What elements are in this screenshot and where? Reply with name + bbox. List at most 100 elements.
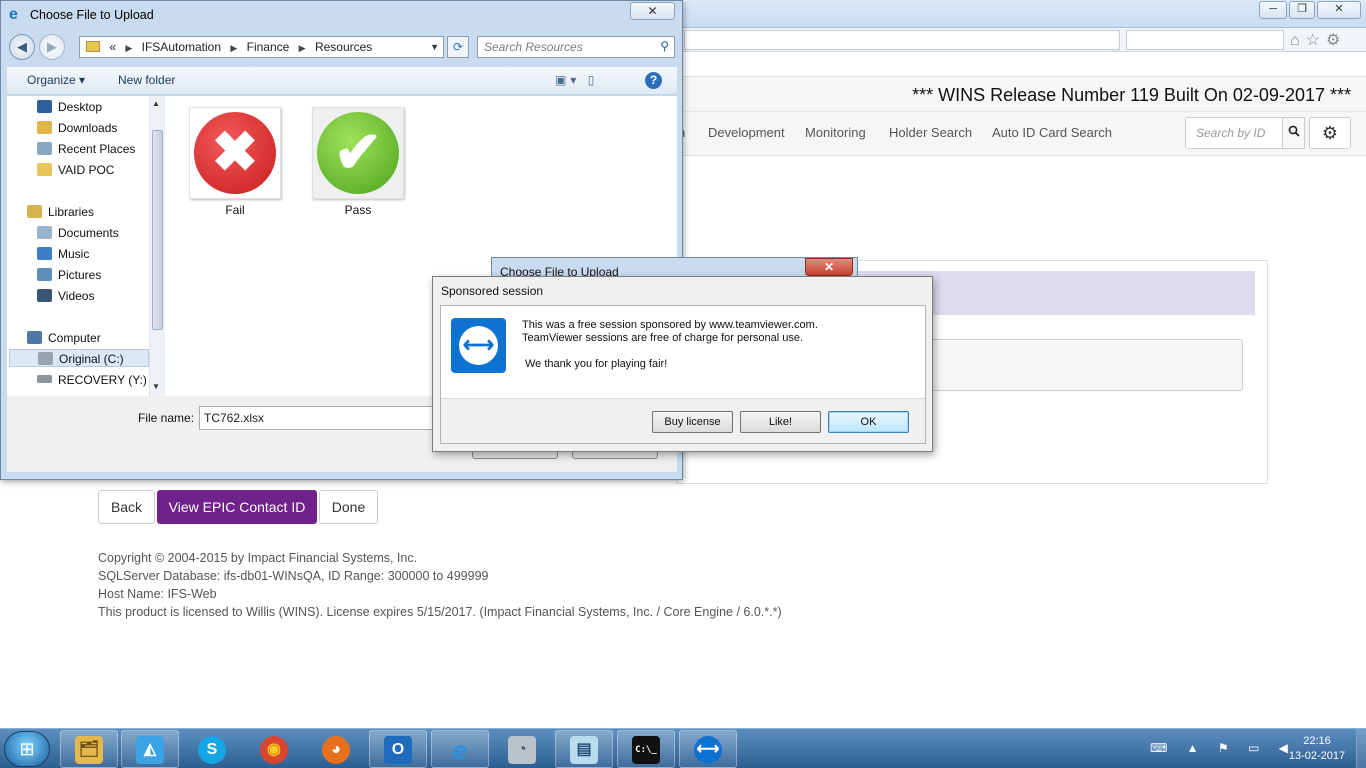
tree-item-label: RECOVERY (Y:): [58, 373, 147, 387]
drive-icon: [37, 375, 52, 383]
buy-license-button[interactable]: Buy license: [652, 411, 733, 433]
internet-explorer-icon[interactable]: e: [431, 730, 489, 768]
downloads-icon: [37, 121, 52, 134]
search-placeholder: Search Resources: [484, 40, 583, 54]
notepad-icon[interactable]: ▤: [555, 730, 613, 768]
tree-item-videos[interactable]: Videos: [37, 287, 94, 305]
breadcrumb-item[interactable]: Resources: [315, 40, 372, 54]
release-banner: *** WINS Release Number 119 Built On 02-…: [912, 85, 1351, 105]
dialog-titlebar: e Choose File to Upload ✕: [1, 1, 682, 29]
tree-item-original-c[interactable]: Original (C:): [9, 349, 149, 367]
pass-glyph: ✔: [317, 112, 399, 194]
tree-item-label: Documents: [58, 226, 119, 240]
computer-icon: [27, 331, 42, 344]
desktop-icon: [37, 100, 52, 113]
tree-item-pictures[interactable]: Pictures: [37, 266, 101, 284]
tree-item-label: Recent Places: [58, 142, 136, 156]
maximize-button[interactable]: ❐: [1289, 1, 1315, 19]
show-desktop-button[interactable]: [1356, 729, 1366, 768]
mouse-utility-icon[interactable]: ◔: [493, 730, 551, 768]
organize-menu[interactable]: Organize ▾: [27, 73, 85, 87]
outlook-icon[interactable]: O: [369, 730, 427, 768]
nav-item-development[interactable]: Development: [708, 125, 785, 140]
back-arrow-icon[interactable]: ◀: [9, 34, 35, 60]
scroll-down-icon[interactable]: ▼: [152, 382, 160, 391]
dialog-title: Choose File to Upload: [30, 8, 154, 22]
tree-item-music[interactable]: Music: [37, 245, 89, 263]
browser-toolbar-icons[interactable]: ⌂☆⚙: [1290, 30, 1346, 50]
back-button[interactable]: Back: [98, 490, 155, 524]
azure-devops-icon[interactable]: ◭: [121, 730, 179, 768]
search-by-id-input[interactable]: Search by ID: [1185, 117, 1283, 149]
dialog-close-button[interactable]: ✕: [630, 2, 675, 20]
chevron-down-icon[interactable]: ▼: [430, 37, 439, 57]
nav-item-holder-search[interactable]: Holder Search: [889, 125, 972, 140]
teamviewer-icon[interactable]: ⟷: [679, 730, 737, 768]
dialog-content: ⟷ This was a free session sponsored by w…: [440, 305, 926, 444]
search-icon[interactable]: [1282, 117, 1305, 149]
tree-item-desktop[interactable]: Desktop: [37, 98, 102, 116]
browser-search-input[interactable]: [1126, 30, 1284, 50]
tree-item-vaid-poc[interactable]: VAID POC: [37, 161, 114, 179]
file-item-fail[interactable]: ✖ Fail: [189, 107, 281, 217]
help-icon[interactable]: ?: [645, 72, 662, 89]
dialog-button-bar: Buy license Like! OK: [441, 398, 925, 443]
footer-license: This product is licensed to Willis (WINS…: [98, 605, 782, 619]
file-name-label: File name:: [138, 411, 195, 425]
breadcrumb-item[interactable]: Finance: [247, 40, 290, 54]
view-options-icon[interactable]: ▣▾ ▯: [555, 73, 598, 87]
ok-button[interactable]: OK: [828, 411, 909, 433]
tree-scrollbar[interactable]: ▲ ▼: [149, 96, 165, 396]
nav-item-monitoring[interactable]: Monitoring: [805, 125, 866, 140]
dialog-toolbar: Organize ▾ New folder ▣▾ ▯ ?: [7, 67, 677, 95]
chrome-icon[interactable]: ◉: [245, 730, 303, 768]
view-epic-contact-id-button[interactable]: View EPIC Contact ID: [157, 490, 317, 524]
message-line: This was a free session sponsored by www…: [522, 319, 818, 331]
search-icon[interactable]: ⚲: [660, 39, 669, 53]
tree-item-libraries[interactable]: Libraries: [27, 203, 94, 221]
tree-item-label: Libraries: [48, 205, 95, 219]
double-arrow-icon: ⟷: [459, 326, 498, 365]
close-button[interactable]: ✕: [1317, 1, 1361, 19]
clock-date: 13-02-2017: [1288, 750, 1346, 762]
forward-arrow-icon[interactable]: ▶: [39, 34, 65, 60]
explorer-icon[interactable]: 🗂: [60, 730, 118, 768]
system-tray[interactable]: ⌨ ▲ ⚑ ▭ ◀: [1150, 741, 1296, 755]
file-item-pass[interactable]: ✔ Pass: [312, 107, 404, 217]
fail-icon: ✖: [189, 107, 281, 199]
clock[interactable]: 22:16 13-02-2017: [1282, 734, 1352, 764]
file-name-label: Fail: [225, 203, 245, 217]
search-resources-input[interactable]: Search Resources ⚲: [477, 36, 675, 58]
address-input[interactable]: [684, 30, 1120, 50]
tree-item-recovery-y[interactable]: RECOVERY (Y:): [37, 371, 147, 389]
done-button[interactable]: Done: [319, 490, 378, 524]
start-button[interactable]: ⊞: [4, 731, 50, 767]
scrollbar-thumb[interactable]: [152, 130, 163, 330]
tree-item-label: Music: [58, 247, 90, 261]
command-prompt-icon[interactable]: C:\_: [617, 730, 675, 768]
minimize-button[interactable]: ─: [1259, 1, 1287, 19]
clock-time: 22:16: [1303, 735, 1331, 747]
refresh-icon[interactable]: ⟳: [447, 36, 469, 58]
file-name-input[interactable]: TC762.xlsx: [199, 406, 449, 430]
tree-item-downloads[interactable]: Downloads: [37, 119, 117, 137]
breadcrumb[interactable]: « ▶ IFSAutomation ▶ Finance ▶ Resources …: [79, 36, 444, 58]
firefox-icon[interactable]: ◕: [307, 730, 365, 768]
gear-icon[interactable]: ⚙: [1309, 117, 1351, 149]
breadcrumb-item[interactable]: IFSAutomation: [142, 40, 221, 54]
tree-item-documents[interactable]: Documents: [37, 224, 119, 242]
chevron-right-icon: ▶: [125, 43, 133, 53]
videos-icon: [37, 289, 52, 302]
tree-item-recent-places[interactable]: Recent Places: [37, 140, 135, 158]
dialog-close-button[interactable]: ✕: [805, 258, 853, 276]
chevron-right-icon: ▶: [298, 43, 306, 53]
scroll-up-icon[interactable]: ▲: [152, 99, 160, 108]
internet-explorer-icon: e: [9, 6, 18, 23]
new-folder-button[interactable]: New folder: [118, 73, 175, 87]
tree-item-computer[interactable]: Computer: [27, 329, 101, 347]
nav-item-auto-id-card-search[interactable]: Auto ID Card Search: [992, 125, 1112, 140]
like-button[interactable]: Like!: [740, 411, 821, 433]
skype-icon[interactable]: S: [183, 730, 241, 768]
footer-database: SQLServer Database: ifs-db01-WINsQA, ID …: [98, 569, 489, 583]
content-field[interactable]: [917, 339, 1243, 391]
